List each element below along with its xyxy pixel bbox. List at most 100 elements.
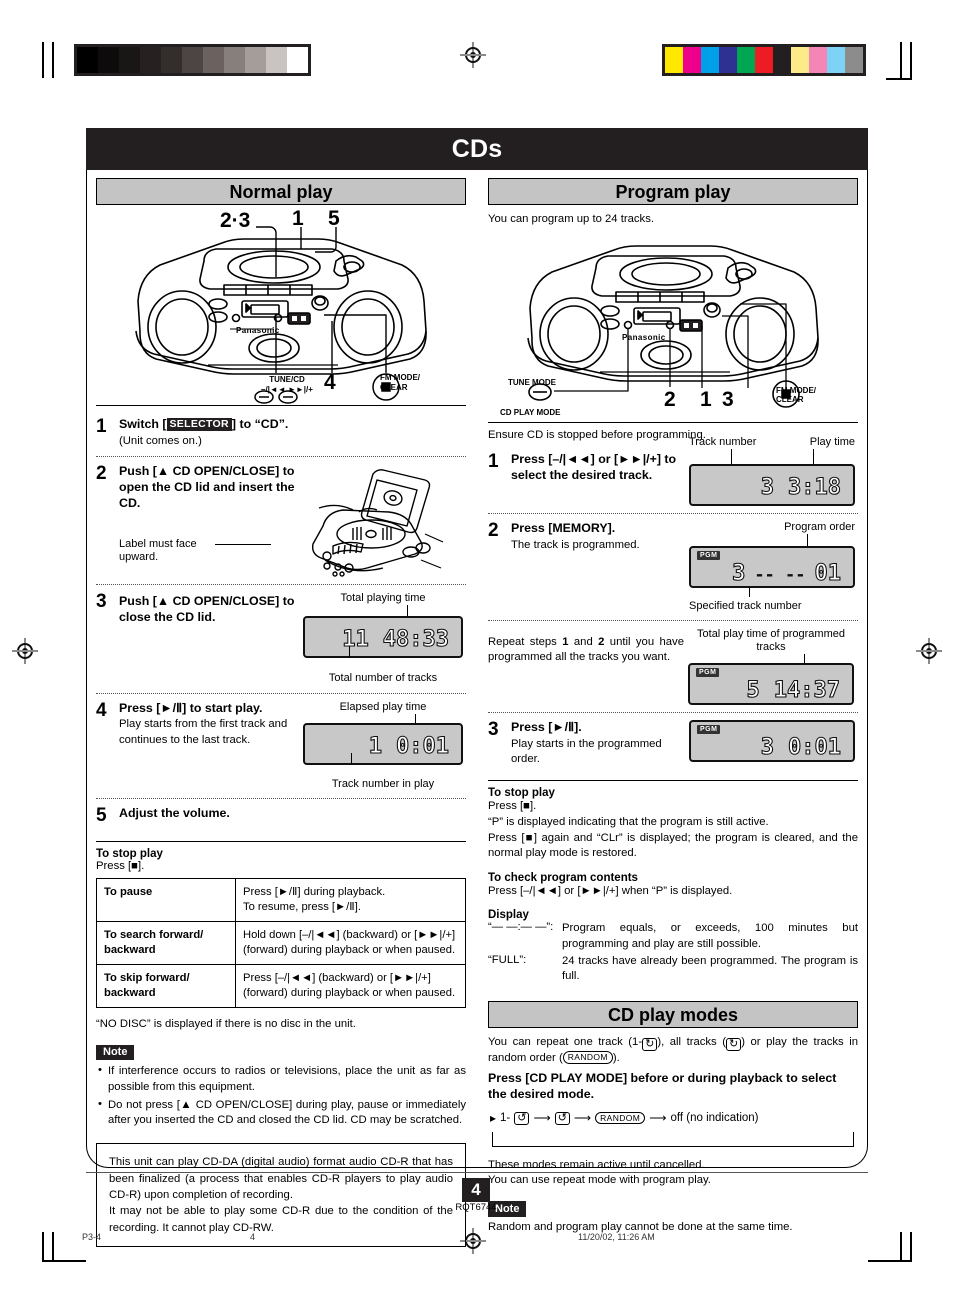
lcd-display-program-total: PGM 5 14:37 [688, 663, 854, 706]
lcd-track-count: 11 [342, 627, 370, 653]
ops-key-skip: To skip forward/ backward [96, 964, 236, 1009]
cd-insert-illustration [305, 464, 465, 582]
note-list: If interference occurs to radios or tele… [96, 1063, 466, 1130]
label-tune-cd: TUNE/CD –/|◄◄ ►►|/+ [261, 375, 313, 394]
program-play-diagram: TUNE MODE CD PLAY MODE 2 1 3 FM MODE/ CL… [488, 230, 858, 422]
no-disc-note: “NO DISC” is displayed if there is no di… [96, 1018, 356, 1031]
svg-text:Panasonic: Panasonic [622, 333, 666, 342]
step-5: 5 Adjust the volume. [96, 799, 466, 833]
flow-loop-line [492, 1131, 854, 1147]
rule [488, 780, 858, 782]
gray-swatch [266, 47, 287, 73]
play-mode-flow-diagram: ▸ 1- ↺ ⟶ ↺ ⟶ RANDOM ⟶ off (no indication… [488, 1111, 858, 1148]
section-heading-cd-play-modes: CD play modes [488, 1000, 858, 1028]
playmodes-instruction: Press [CD PLAY MODE] before or during pl… [488, 1071, 837, 1102]
color-swatch [845, 47, 863, 73]
program-step-2-sub: The track is programmed. [511, 539, 640, 552]
flow-arrow-icon: ⟶ [533, 1111, 551, 1125]
diagram-label-2: 2 [664, 387, 676, 411]
lcd-track-number: 3 [760, 735, 775, 761]
color-swatch [683, 47, 701, 73]
rule [96, 405, 466, 406]
selector-button-chip: SELECTOR [166, 418, 232, 432]
program-step-3-sub: Play starts in the programmed order. [511, 737, 662, 766]
step-number: 2 [96, 463, 107, 485]
lcd-display-program-2: PGM 3 -- -- 01 [689, 545, 855, 588]
program-intro: You can program up to 24 tracks. [488, 213, 654, 225]
step-number: 1 [96, 416, 107, 437]
ops-key-search: To search forward/ backward [96, 921, 236, 966]
color-swatch [827, 47, 845, 73]
lcd-label-specified-track: Specified track number [689, 599, 802, 612]
step-2-figure-caption: Label must face upward. [119, 537, 197, 563]
step-number: 5 [96, 804, 107, 826]
ops-val-pause: Press [►/Ⅱ] during playback. To resume, … [235, 877, 466, 923]
diagram-label-5: 5 [328, 207, 340, 230]
color-swatch [755, 47, 773, 73]
program-stop-line-3: Press [■] again and “CLr” is displayed; … [488, 831, 858, 860]
color-swatch [701, 47, 719, 73]
lcd-elapsed-time: 0:01 [395, 733, 449, 759]
gray-swatch [119, 47, 140, 73]
label-fm-mode-clear: FM MODE/ CLEAR [380, 373, 420, 392]
flow-arrow-icon: ▸ [490, 1111, 497, 1125]
step-1-sub: (Unit comes on.) [119, 434, 202, 447]
ops-key-pause: To pause [96, 877, 236, 923]
section-heading-program-play: Program play [488, 178, 858, 205]
display-key-dashes: “— —:— —”: [488, 921, 554, 934]
operations-table: To pause Press [►/Ⅱ] during playback. To… [96, 877, 466, 1009]
rule [488, 421, 858, 423]
rule [96, 840, 466, 842]
program-check-line: Press [–/|◄◄] or [►►|/+] when “P” is dis… [488, 884, 733, 897]
svg-text:Panasonic: Panasonic [236, 326, 280, 335]
registration-mark-left [12, 638, 38, 664]
lcd-label-play-time: Play time [809, 436, 855, 449]
gray-swatch [161, 47, 182, 73]
pgm-indicator: PGM [697, 725, 721, 735]
program-step-2: 2 Press [MEMORY]. The track is programme… [488, 514, 858, 619]
program-step-1-display: Track number Play time 3 3:18 [689, 436, 855, 507]
flow-label-off: off (no indication) [670, 1112, 759, 1124]
step-number: 3 [488, 719, 499, 741]
lcd-program-order: 01 [814, 560, 842, 586]
label-fm-mode-clear-2: FM MODE/ CLEAR [776, 385, 816, 405]
display-val-full: 24 tracks have already been programmed. … [562, 954, 858, 983]
table-row: To skip forward/ backward Press [–/|◄◄] … [96, 964, 466, 1009]
chapter-title-bar: CDs [86, 128, 868, 170]
lcd-display-program-play: PGM 3 0:01 [689, 720, 855, 763]
program-stop-line-2: “P” is displayed indicating that the pro… [488, 816, 769, 829]
lcd-dashes: -- -- [754, 564, 806, 585]
lcd-label-program-order: Program order [784, 521, 855, 534]
gray-swatch [98, 47, 119, 73]
pgm-indicator: PGM [696, 668, 720, 678]
program-repeat-note: Repeat steps 1 and 2 until you have prog… [488, 621, 858, 712]
step-3: 3 Push [▲ CD OPEN/CLOSE] to close the CD… [96, 585, 466, 692]
ops-val-skip: Press [–/|◄◄] (backward) or [►►|/+] (for… [235, 964, 466, 1009]
playmodes-tail-b: You can use repeat mode with program pla… [488, 1174, 711, 1187]
footer-page-text: 4 [250, 1232, 256, 1242]
lcd-display-elapsed: 1 0:01 [303, 722, 463, 765]
column-normal-play: Normal play 2·3 1 5 4 TUNE/CD –/|◄◄ ►►|/… [96, 178, 466, 1248]
lcd-label-total-playing-time: Total playing time [340, 592, 426, 605]
lcd-play-time: 3:18 [787, 475, 841, 501]
diagram-label-3: 3 [722, 387, 734, 411]
repeat-text-mid: and [568, 635, 599, 648]
gray-swatch [182, 47, 203, 73]
crop-mark-bottom-right [868, 1232, 912, 1268]
lcd-label-elapsed-time: Elapsed play time [339, 700, 427, 713]
playmodes-intro: You can repeat one track (1- ↻), all trac… [488, 1035, 859, 1065]
lcd-elapsed-time: 0:01 [787, 735, 841, 761]
step-3-display-figure: Total playing time 11 48:33 Total number… [303, 592, 463, 685]
lcd-track-number: 1 [368, 733, 383, 759]
program-step-1: 1 Press [–/|◄◄] or [►►|/+] to select the… [488, 436, 858, 513]
playmodes-note-block: Note Random and program play cannot be d… [488, 1199, 858, 1236]
list-item: Do not press [▲ CD OPEN/CLOSE] during pl… [96, 1097, 466, 1130]
to-stop-play-title: To stop play [96, 847, 163, 860]
gray-swatch [224, 47, 245, 73]
column-program-play: Program play You can program up to 24 tr… [488, 178, 858, 1235]
program-stop-title: To stop play [488, 787, 555, 800]
gray-swatch [77, 47, 98, 73]
step-number: 3 [96, 591, 107, 613]
repeat-display: Total play time of programmed tracks PGM… [688, 628, 854, 706]
crop-mark-top-right-h [886, 78, 912, 80]
